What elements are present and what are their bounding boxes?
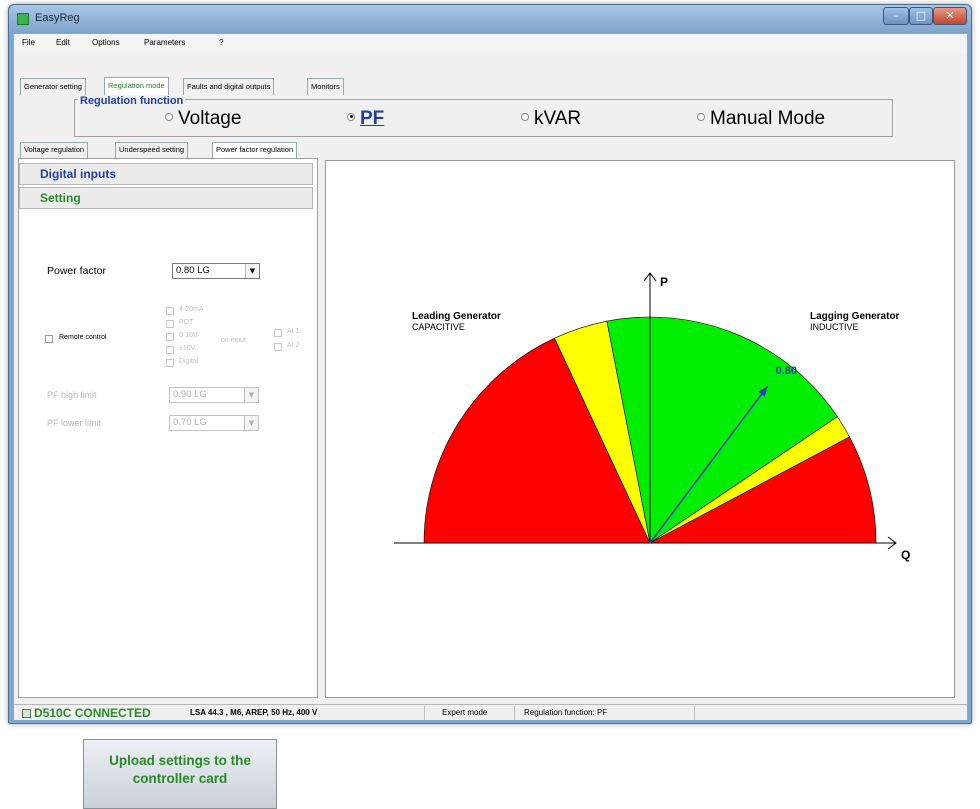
lagging-generator-subtitle: INDUCTIVE <box>810 322 859 332</box>
title-bar: EasyReg – □ ✕ <box>9 5 971 33</box>
chevron-down-icon: ▼ <box>244 416 258 430</box>
setting-header[interactable]: Setting <box>19 187 313 209</box>
p-axis-label: P <box>660 275 668 289</box>
menu-bar: File Edit Options Parameters ? <box>14 34 967 54</box>
power-factor-label: Power factor <box>47 265 106 277</box>
menu-edit[interactable]: Edit <box>56 38 70 47</box>
client-area: File Edit Options Parameters ? Generator… <box>13 33 968 809</box>
upload-settings-button[interactable]: Upload settings to the controller card <box>83 739 277 809</box>
pf-lower-limit-select[interactable]: 0.70 LG ▼ <box>169 415 259 431</box>
status-separator <box>514 706 515 720</box>
menu-help[interactable]: ? <box>219 38 223 47</box>
machine-info: LSA 44.3 , M6, AREP, 50 Hz, 400 V <box>190 708 318 717</box>
q-axis-label: Q <box>901 548 910 562</box>
tab-underspeed-setting[interactable]: Underspeed setting <box>115 142 189 158</box>
pf-high-limit-value: 0.90 LG <box>173 389 207 400</box>
regulation-function-group: Regulation function Voltage PF kVAR Manu… <box>74 95 893 137</box>
remote-control-label: Remote control <box>59 334 107 341</box>
app-icon <box>17 13 29 25</box>
radio-voltage-label: Voltage <box>178 108 242 129</box>
input-ai2-checkbox[interactable] <box>274 343 282 351</box>
signal-digital-label: Digital <box>179 358 199 365</box>
signal-pm10v-checkbox[interactable] <box>166 346 174 354</box>
power-factor-select[interactable]: 0.80 LG ▼ <box>172 263 260 279</box>
leading-generator-subtitle: CAPACITIVE <box>412 322 465 332</box>
tab-monitors[interactable]: Monitors <box>307 78 344 95</box>
pf-high-limit-select[interactable]: 0.90 LG ▼ <box>169 387 259 403</box>
chevron-down-icon: ▼ <box>245 264 259 278</box>
app-window: EasyReg – □ ✕ File Edit Options Paramete… <box>8 4 972 809</box>
input-ai1-checkbox[interactable] <box>274 329 282 337</box>
signal-4-20ma-label: 4-20mA <box>179 306 204 313</box>
menu-parameters[interactable]: Parameters <box>144 38 185 47</box>
regulation-function-title: Regulation function <box>78 95 186 107</box>
signal-pot-checkbox[interactable] <box>166 320 174 328</box>
radio-kvar[interactable]: kVAR <box>521 108 581 130</box>
menu-options[interactable]: Options <box>92 38 120 47</box>
on-input-label: on input <box>221 337 246 344</box>
tab-regulation-mode[interactable]: Regulation mode <box>104 77 169 95</box>
lagging-generator-title: Lagging Generator <box>810 311 900 322</box>
status-separator <box>694 706 695 720</box>
digital-inputs-header[interactable]: Digital inputs <box>19 163 313 185</box>
minimize-button[interactable]: – <box>883 7 909 25</box>
pf-value-label: 0.80 <box>776 365 797 377</box>
signal-0-10v-checkbox[interactable] <box>166 333 174 341</box>
settings-pane: Digital inputs Setting Power factor 0.80… <box>18 158 318 809</box>
remote-control-checkbox[interactable] <box>45 335 53 343</box>
signal-pot-label: POT <box>179 319 194 326</box>
radio-manual-mode-label: Manual Mode <box>710 108 826 129</box>
input-ai1-label: AI 1 <box>287 328 300 335</box>
pf-high-limit-label: PF high limit <box>47 390 97 400</box>
power-factor-value: 0.80 LG <box>176 265 210 276</box>
tab-generator-setting[interactable]: Generator setting <box>20 78 86 95</box>
regulation-function-status: Regulation function: PF <box>524 708 608 717</box>
pf-lower-limit-label: PF lower limit <box>47 418 102 428</box>
maximize-button[interactable]: □ <box>909 7 933 25</box>
close-button[interactable]: ✕ <box>933 7 967 25</box>
leading-generator-title: Leading Generator <box>412 311 501 322</box>
radio-indicator <box>521 112 529 121</box>
tab-voltage-regulation[interactable]: Voltage regulation <box>20 142 89 158</box>
pf-lower-limit-value: 0.70 LG <box>173 417 207 428</box>
status-separator <box>424 706 425 720</box>
tab-faults-digital-outputs[interactable]: Faults and digital outputs <box>183 78 275 95</box>
pf-diagram: P Q Leading Generator CAPACITIVE Lagging… <box>394 272 910 562</box>
radio-kvar-label: kVAR <box>534 108 582 129</box>
radio-pf[interactable]: PF <box>347 108 384 130</box>
signal-digital-checkbox[interactable] <box>166 359 174 367</box>
input-ai2-label: AI 2 <box>287 342 300 349</box>
connection-status: D510C CONNECTED <box>34 706 151 720</box>
radio-indicator-selected <box>347 112 355 121</box>
radio-pf-label: PF <box>360 108 385 129</box>
signal-4-20ma-checkbox[interactable] <box>166 307 174 315</box>
mode-status: Expert mode <box>442 708 488 717</box>
radio-indicator <box>697 112 705 121</box>
pf-diagram-pane: P Q Leading Generator CAPACITIVE Lagging… <box>325 160 955 698</box>
window-title: EasyReg <box>35 12 80 24</box>
menu-file[interactable]: File <box>22 38 35 47</box>
status-bar: D510C CONNECTED LSA 44.3 , M6, AREP, 50 … <box>14 704 967 720</box>
radio-indicator <box>165 112 173 121</box>
radio-voltage[interactable]: Voltage <box>165 108 241 130</box>
signal-pm10v-label: ±10V <box>179 345 196 352</box>
chevron-down-icon: ▼ <box>244 388 258 402</box>
radio-manual-mode[interactable]: Manual Mode <box>697 108 825 130</box>
signal-0-10v-label: 0-10V <box>179 332 198 339</box>
connection-icon <box>22 709 31 718</box>
tab-power-factor-regulation[interactable]: Power factor regulation <box>212 142 298 158</box>
